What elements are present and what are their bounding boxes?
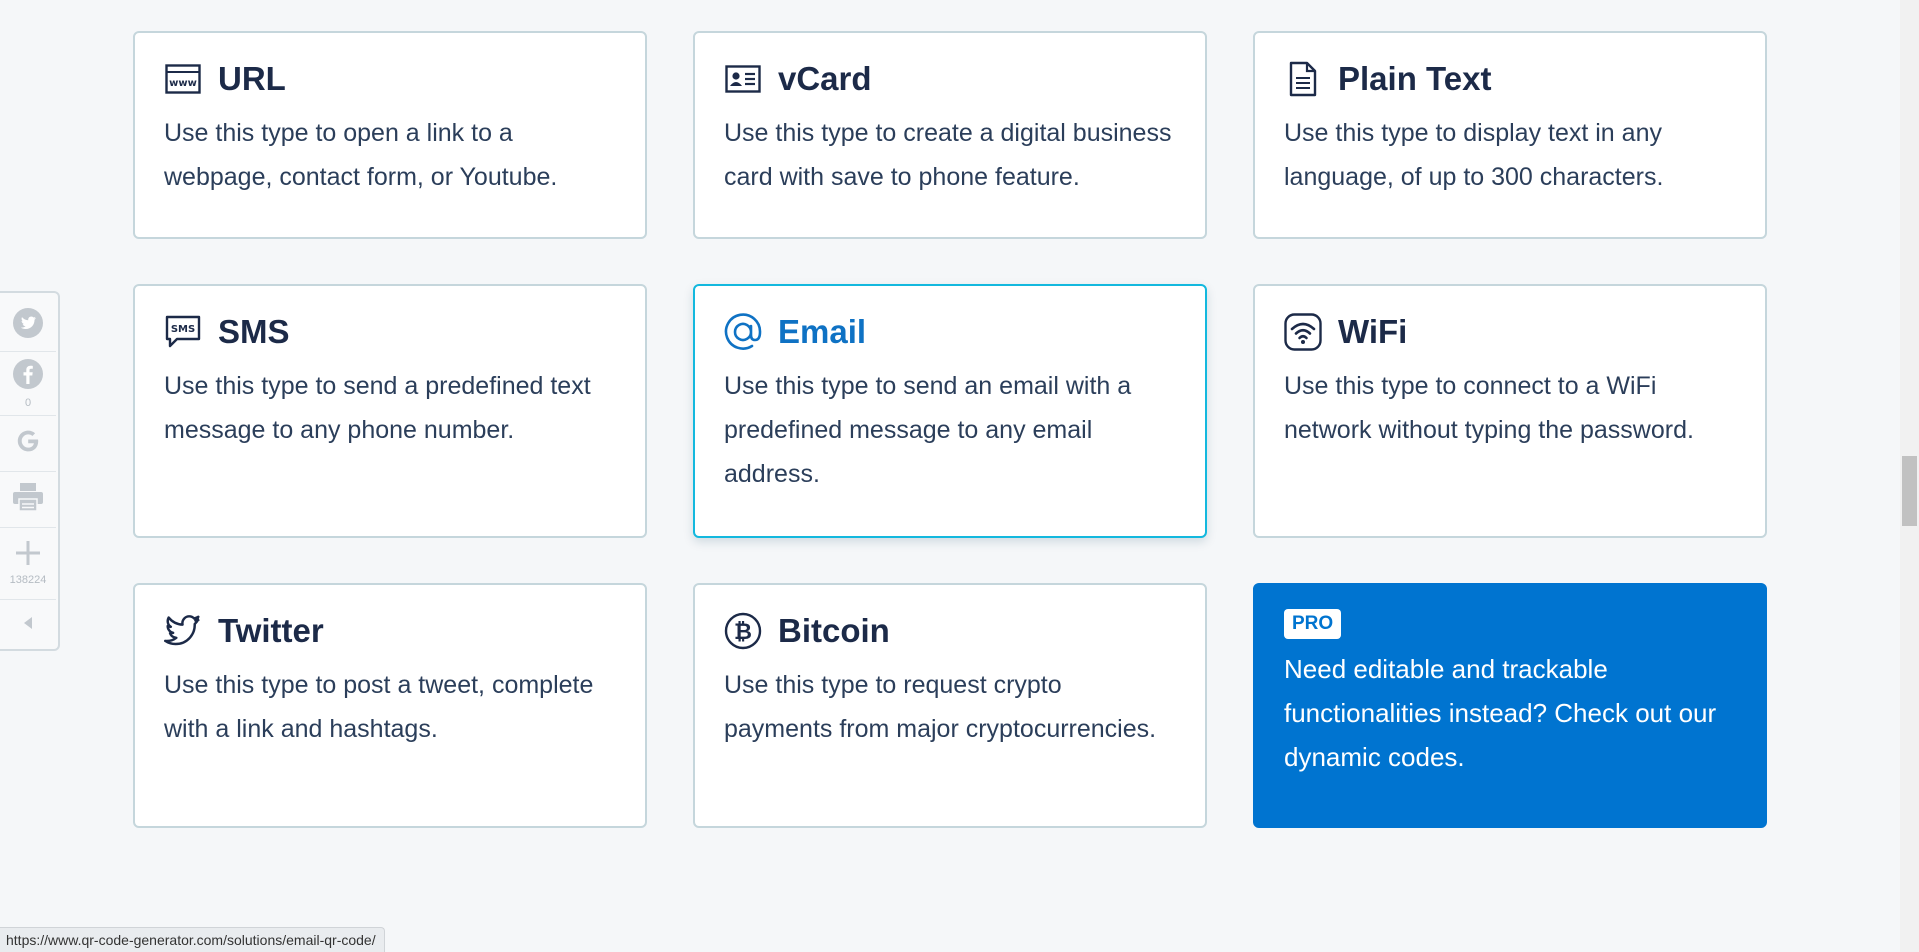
print-button[interactable]	[0, 475, 58, 523]
divider	[0, 351, 56, 352]
card-pro-dynamic[interactable]: PRO Need editable and trackable function…	[1253, 583, 1767, 828]
twitter-icon	[12, 307, 44, 344]
card-bitcoin[interactable]: ₿ Bitcoin Use this type to request crypt…	[693, 583, 1207, 828]
card-title: Bitcoin	[778, 612, 890, 649]
card-header: www URL	[164, 59, 616, 99]
share-google-button[interactable]	[0, 419, 58, 467]
plus-icon	[14, 539, 42, 572]
total-share-count: 138224	[9, 573, 47, 586]
divider	[0, 415, 56, 416]
facebook-icon	[12, 358, 44, 395]
scrollbar-thumb[interactable]	[1902, 456, 1917, 526]
pro-description: Need editable and trackable functionalit…	[1284, 654, 1717, 772]
printer-icon	[11, 482, 45, 517]
at-icon	[724, 313, 762, 351]
card-plain-text[interactable]: Plain Text Use this type to display text…	[1253, 31, 1767, 239]
card-title: Email	[778, 313, 867, 350]
svg-text:₿: ₿	[734, 620, 752, 645]
card-description: Use this type to send a predefined text …	[164, 372, 591, 444]
twitter-icon	[164, 612, 202, 650]
www-icon: www	[164, 60, 202, 98]
card-url[interactable]: www URL Use this type to open a link to …	[133, 31, 647, 239]
card-description: Use this type to post a tweet, complete …	[164, 671, 594, 743]
card-header: Email	[724, 312, 1176, 352]
svg-text:SMS: SMS	[171, 324, 195, 335]
card-title: Plain Text	[1338, 60, 1492, 97]
wifi-icon	[1284, 313, 1322, 351]
collapse-sidebar-button[interactable]	[0, 605, 58, 645]
card-description: Use this type to send an email with a pr…	[724, 372, 1132, 488]
svg-text:www: www	[169, 78, 197, 89]
card-title: vCard	[778, 60, 872, 97]
card-description: Use this type to display text in any lan…	[1284, 119, 1664, 191]
card-email[interactable]: Email Use this type to send an email wit…	[693, 284, 1207, 538]
card-header: vCard	[724, 59, 1176, 99]
card-header: WiFi	[1284, 312, 1736, 352]
document-icon	[1284, 60, 1322, 98]
card-header: ₿ Bitcoin	[724, 611, 1176, 651]
vcard-icon	[724, 60, 762, 98]
card-description: Use this type to connect to a WiFi netwo…	[1284, 372, 1694, 444]
card-header: Twitter	[164, 611, 616, 651]
google-icon	[12, 425, 44, 462]
divider	[0, 599, 56, 600]
divider	[0, 527, 56, 528]
facebook-share-count: 0	[24, 396, 32, 409]
pro-badge: PRO	[1284, 609, 1342, 639]
card-description: Use this type to create a digital busine…	[724, 119, 1172, 191]
share-facebook-button[interactable]: 0	[0, 355, 58, 411]
card-header: SMS SMS	[164, 312, 616, 352]
share-twitter-button[interactable]	[0, 303, 58, 347]
share-sidebar: 0 138224	[0, 291, 60, 651]
bitcoin-icon: ₿	[724, 612, 762, 650]
link-status-bar: https://www.qr-code-generator.com/soluti…	[0, 927, 385, 952]
card-vcard[interactable]: vCard Use this type to create a digital …	[693, 31, 1207, 239]
card-title: WiFi	[1338, 313, 1408, 350]
card-description: Use this type to open a link to a webpag…	[164, 119, 558, 191]
collapse-icon	[22, 616, 34, 635]
card-title: Twitter	[218, 612, 324, 649]
card-description: Use this type to request crypto payments…	[724, 671, 1157, 743]
card-title: SMS	[218, 313, 290, 350]
share-more-button[interactable]: 138224	[0, 531, 58, 593]
card-sms[interactable]: SMS SMS Use this type to send a predefin…	[133, 284, 647, 538]
divider	[0, 471, 56, 472]
sms-icon: SMS	[164, 313, 202, 351]
card-header: Plain Text	[1284, 59, 1736, 99]
card-twitter[interactable]: Twitter Use this type to post a tweet, c…	[133, 583, 647, 828]
card-title: URL	[218, 60, 286, 97]
card-wifi[interactable]: WiFi Use this type to connect to a WiFi …	[1253, 284, 1767, 538]
page-scrollbar[interactable]	[1900, 0, 1919, 952]
qr-type-grid: www URL Use this type to open a link to …	[133, 31, 1767, 828]
